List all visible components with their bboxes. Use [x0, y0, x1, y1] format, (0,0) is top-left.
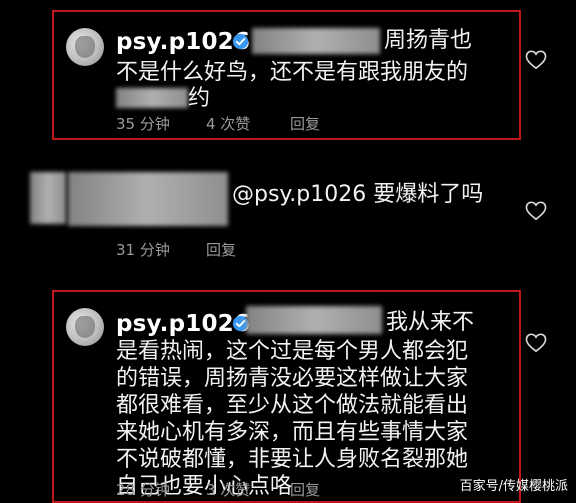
- comment-username[interactable]: psy.p1026: [116, 313, 250, 336]
- comment-text-line: @psy.p1026 要爆料了吗: [232, 182, 484, 207]
- heart-icon[interactable]: [525, 50, 547, 70]
- heart-icon[interactable]: [525, 201, 547, 221]
- comment-time: 35 分钟: [116, 115, 170, 133]
- reply-button[interactable]: 回复: [290, 483, 320, 498]
- comment-text-line: 不是什么好鸟，还不是有跟我朋友的: [116, 60, 469, 85]
- redacted-avatar-blur: [30, 172, 66, 224]
- redacted-blur: [68, 172, 228, 226]
- avatar[interactable]: [66, 28, 104, 66]
- avatar[interactable]: [66, 308, 104, 346]
- comment-text-line: 是看热闹，这个过是每个男人都会犯: [116, 339, 469, 364]
- comment-likes[interactable]: 3 次赞: [206, 483, 250, 498]
- reply-button[interactable]: 回复: [206, 243, 236, 258]
- watermark: 百家号/传媒樱桃派: [459, 479, 568, 494]
- comment-text-line: 的错误，周扬青没必要这样做让大家: [116, 366, 469, 391]
- redacted-blur: [252, 28, 380, 54]
- comment-username[interactable]: psy.p1026: [116, 31, 250, 54]
- redacted-blur: [116, 88, 188, 108]
- comment-likes[interactable]: 4 次赞: [206, 117, 250, 132]
- comment-text-line: 来她心机有多深，而且有些事情大家: [116, 420, 469, 445]
- heart-icon[interactable]: [525, 333, 547, 353]
- comment-text-line: 我从来不: [386, 310, 475, 335]
- verified-badge-icon: [232, 33, 249, 50]
- comment-text-line: 都很难看，至少从这个做法就能看出: [116, 393, 469, 418]
- redacted-blur: [246, 306, 382, 334]
- comment-text-line: 周扬青也: [384, 28, 473, 53]
- comment-time: 28 分钟: [116, 481, 170, 499]
- comment-text-line: 不说破都懂，非要让人身败名裂那她: [116, 447, 469, 472]
- reply-button[interactable]: 回复: [290, 117, 320, 132]
- comment-time: 31 分钟: [116, 241, 170, 259]
- comment-text-line: 约: [188, 86, 211, 111]
